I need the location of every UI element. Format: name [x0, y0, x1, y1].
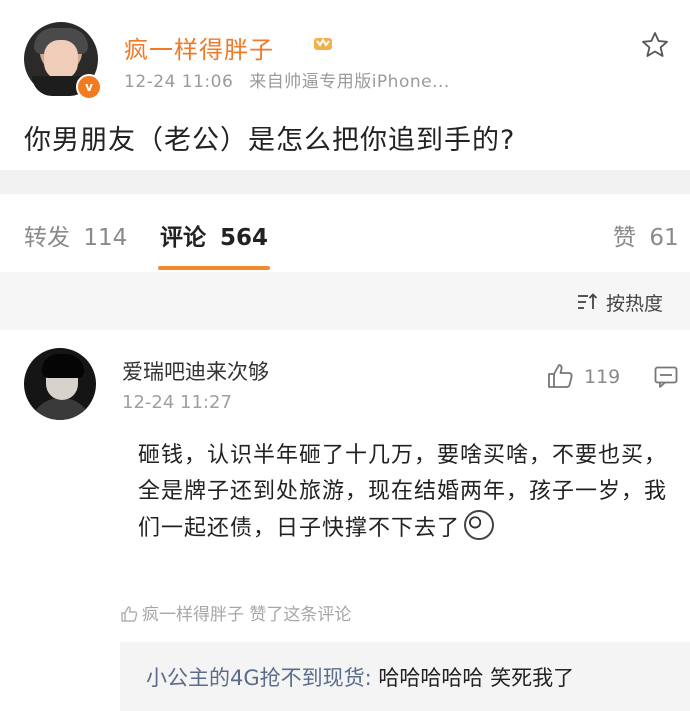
commenter-avatar[interactable] [24, 348, 96, 420]
tab-repost-count: 114 [83, 225, 128, 251]
comment-body: 砸钱，认识半年砸了十几万，要啥买啥，不要也买，全是牌子还到处旅游，现在结婚两年，… [138, 438, 668, 547]
thumbs-up-icon[interactable] [546, 362, 574, 390]
comment-like-count: 119 [584, 366, 621, 388]
commenter-name[interactable]: 爱瑞吧迪来次够 [122, 356, 269, 386]
post-body: 你男朋友（老公）是怎么把你追到手的? [24, 125, 516, 156]
tab-comment[interactable]: 评论 564 [160, 218, 268, 252]
sub-reply-user[interactable]: 小公主的4G抢不到现货: [146, 666, 372, 690]
sort-icon[interactable] [577, 293, 599, 311]
tab-like[interactable]: 赞 61 [613, 218, 679, 252]
comment-text: 砸钱，认识半年砸了十几万，要啥买啥，不要也买，全是牌子还到处旅游，现在结婚两年，… [138, 443, 668, 541]
sub-reply: 小公主的4G抢不到现货: 哈哈哈哈哈 笑死我了 [146, 662, 574, 692]
liked-by-text: 疯一样得胖子 赞了这条评论 [142, 605, 352, 625]
author-liked-notice: 疯一样得胖子 赞了这条评论 [120, 600, 351, 625]
shocked-emoji-icon [464, 510, 495, 540]
section-divider [0, 170, 690, 194]
tab-comment-label: 评论 [160, 225, 206, 251]
tab-comment-count: 564 [220, 225, 269, 251]
post-time: 12-24 11:06 [124, 72, 234, 92]
verified-badge-icon: v [76, 74, 102, 100]
post-author-name[interactable]: 疯一样得胖子 [124, 30, 274, 65]
comment-time: 12-24 11:27 [122, 392, 232, 413]
post-source: 来自帅逼专用版iPhone... [249, 72, 450, 92]
star-icon[interactable] [640, 30, 670, 60]
active-tab-indicator [158, 266, 270, 270]
reply-comment-icon[interactable] [654, 366, 678, 388]
small-thumbs-up-icon [121, 606, 138, 622]
sort-by-hot-button[interactable]: 按热度 [606, 289, 663, 316]
tab-like-count: 61 [649, 225, 679, 251]
sub-reply-text: 哈哈哈哈哈 笑死我了 [371, 666, 575, 690]
tab-like-label: 赞 [613, 225, 636, 251]
post-meta: 12-24 11:06 来自帅逼专用版iPhone... [124, 67, 450, 92]
tab-repost[interactable]: 转发 114 [24, 218, 127, 252]
member-crown-icon [314, 38, 332, 50]
tab-repost-label: 转发 [24, 225, 70, 251]
